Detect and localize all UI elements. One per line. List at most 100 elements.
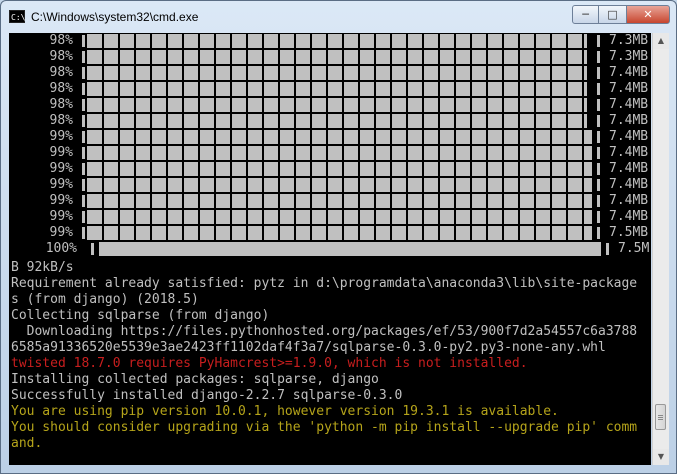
progress-bar-fill [87,210,592,224]
progress-bar-fill [87,226,592,240]
scrollbar-thumb[interactable] [655,404,666,430]
progress-bar-right-edge [597,147,600,159]
scroll-up-arrow-icon[interactable]: ▲ [653,33,669,49]
console-line: You are using pip version 10.0.1, howeve… [11,404,559,419]
bar-segment-gap [198,33,200,241]
progress-bar-left-edge [82,227,85,239]
bar-segment-gap [406,33,408,241]
progress-bar-left-edge [82,195,85,207]
progress-percent: 98% [49,81,73,96]
progress-bar-fill [87,34,587,48]
title-bar[interactable]: C:\ C:\Windows\system32\cmd.exe ─ □ ✕ [1,1,676,33]
progress-bar-left-edge [82,131,85,143]
download-size: 7.4MB [609,81,649,96]
console-line: Collecting sqlparse (from django) [11,308,270,323]
progress-percent: 99% [49,145,73,160]
progress-percent: 99% [49,129,73,144]
progress-bar-fill [87,98,587,112]
progress-bar-fill [87,130,592,144]
progress-bar-right-edge [597,35,600,47]
progress-bar-fill [87,114,587,128]
bar-segment-gap [550,33,552,241]
progress-bar-right-edge [597,51,600,63]
bar-segment-gap [262,33,264,241]
download-size: 7.4MB [609,193,649,208]
progress-bar-right-edge [597,195,600,207]
progress-bar-left-edge [82,99,85,111]
progress-bar-fill [99,242,601,256]
progress-percent: 99% [49,225,73,240]
bar-segment-gap [102,33,104,241]
progress-bar-left-edge [91,243,94,255]
progress-bar-right-edge [597,115,600,127]
bar-segment-gap [390,33,392,241]
bar-segment-gap [150,33,152,241]
bar-segment-gap [246,33,248,241]
bar-segment-gap [134,33,136,241]
console-line: twisted 18.7.0 requires PyHamcrest>=1.9.… [11,356,528,371]
progress-bar-left-edge [82,163,85,175]
console-line: You should consider upgrading via the 'p… [11,420,638,435]
bar-segment-gap [310,33,312,241]
bar-segment-gap [470,33,472,241]
progress-bar-fill [87,66,587,80]
bar-segment-gap [422,33,424,241]
bar-segment-gap [534,33,536,241]
thumb-grip [658,419,663,420]
console-output[interactable]: 98% 7.3MB 98% 7.3MB 98% 7.4MB 98% 7.4MB 98% 7.4MB… [9,33,651,465]
thumb-grip [658,417,663,418]
progress-bar-right-edge [597,227,600,239]
bar-segment-gap [230,33,232,241]
bar-segment-gap [358,33,360,241]
progress-bar-right-edge [597,131,600,143]
bar-segment-gap [374,33,376,241]
bar-segment-gap [294,33,296,241]
progress-bar-left-edge [82,211,85,223]
console-line: Downloading https://files.pythonhosted.o… [11,324,638,339]
progress-bar-block: 98% 7.3MB 98% 7.3MB 98% 7.4MB 98% 7.4MB 98% 7.4MB… [9,33,651,289]
progress-percent: 98% [49,33,73,48]
scroll-down-arrow-icon[interactable]: ▼ [653,449,669,465]
progress-bar-right-edge [597,179,600,191]
download-size: 7.4MB [609,113,649,128]
thumb-grip [658,415,663,416]
progress-bar-left-edge [82,83,85,95]
window-controls: ─ □ ✕ [572,5,670,25]
vertical-scrollbar[interactable]: ▲ ▼ [652,33,669,465]
progress-bar-fill [87,194,592,208]
bar-segment-gap [118,33,120,241]
bar-segment-gap [342,33,344,241]
console-line: Successfully installed django-2.2.7 sqlp… [11,388,403,403]
bar-segment-gap [438,33,440,241]
download-size: 7.4MB [609,161,649,176]
bar-segment-gap [582,33,584,241]
progress-bar-right-edge [606,243,609,255]
download-size: 7.3MB [609,33,649,48]
bar-segment-gap [566,33,568,241]
progress-percent: 99% [49,193,73,208]
progress-bar-left-edge [82,35,85,47]
progress-bar-right-edge [597,83,600,95]
cmd-app-icon[interactable]: C:\ [9,10,25,23]
progress-bar-fill [87,146,592,160]
minimize-button[interactable]: ─ [572,5,599,24]
progress-bar-fill [87,178,592,192]
maximize-button[interactable]: □ [599,5,626,24]
progress-percent: 99% [49,209,73,224]
download-size: 7.4MB [609,129,649,144]
console-line: Installing collected packages: sqlparse,… [11,372,379,387]
progress-bar-right-edge [597,163,600,175]
progress-bar-fill [87,162,592,176]
bar-segment-gap [454,33,456,241]
close-button[interactable]: ✕ [626,5,670,24]
progress-bar-left-edge [82,51,85,63]
console-line: B 92kB/s [11,260,74,275]
progress-bar-left-edge [82,67,85,79]
progress-bar-left-edge [82,179,85,191]
window-title: C:\Windows\system32\cmd.exe [31,10,199,24]
cmd-window: C:\ C:\Windows\system32\cmd.exe ─ □ ✕ 98… [0,0,677,474]
download-size: 7.5M [618,241,650,256]
bar-segment-gap [182,33,184,241]
download-size: 7.4MB [609,145,649,160]
progress-percent: 98% [49,113,73,128]
